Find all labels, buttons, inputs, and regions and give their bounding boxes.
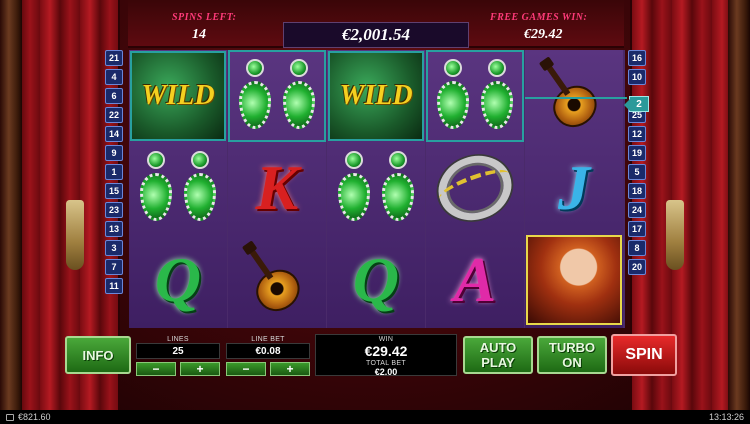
lines-plus-button[interactable]: + (180, 362, 220, 376)
control-panel: INFO LINES 25 − + LINE BET €0.08 − + WIN… (60, 330, 690, 410)
line-number[interactable]: 12 (628, 126, 646, 142)
line-bet-plus-button[interactable]: + (270, 362, 310, 376)
symbol-wild: WILD (130, 51, 226, 141)
win-label: WIN (378, 336, 394, 343)
line-number[interactable]: 22 (105, 107, 123, 123)
earrings-icon (237, 59, 317, 133)
guitar-icon (228, 234, 325, 326)
lines-control: LINES 25 − + (136, 336, 220, 376)
win-display: WIN €29.42 TOTAL BET €2.00 (315, 334, 457, 377)
symbol-q: Q (154, 244, 202, 315)
free-games-win-label: FREE GAMES WIN: (490, 12, 588, 23)
lines-minus-button[interactable]: − (136, 362, 176, 376)
symbol-earrings (426, 50, 524, 142)
line-number[interactable]: 10 (628, 69, 646, 85)
line-number[interactable]: 19 (628, 145, 646, 161)
game-stage: SPINS LEFT: 14 €2,001.54 FREE GAMES WIN:… (0, 0, 750, 410)
reel-2: K (228, 50, 326, 328)
symbol-wild: WILD (328, 51, 424, 141)
winning-payline (525, 97, 627, 99)
line-numbers-right: 16 10 25 12 19 5 18 24 17 8 20 (628, 50, 646, 275)
reel-grid: WILD Q K WILD Q A J (129, 50, 625, 328)
lines-value: 25 (136, 343, 220, 359)
total-bet-value: €2.00 (374, 367, 398, 377)
line-number[interactable]: 8 (628, 240, 646, 256)
symbol-j: J (558, 152, 590, 223)
symbol-guitar (525, 50, 623, 142)
free-games-win-value: €29.42 (524, 27, 563, 42)
line-number[interactable]: 23 (105, 202, 123, 218)
line-number[interactable]: 18 (628, 183, 646, 199)
left-tassel (66, 200, 84, 270)
symbol-a: A (453, 244, 497, 315)
spins-left-value: 14 (192, 27, 206, 42)
lines-label: LINES (167, 336, 189, 343)
line-number[interactable]: 15 (105, 183, 123, 199)
symbol-q: Q (352, 244, 400, 315)
earrings-icon (138, 151, 218, 225)
reel-3: WILD Q (327, 50, 425, 328)
spin-button[interactable]: SPIN (611, 334, 677, 376)
symbol-earrings (228, 50, 326, 142)
wallet-balance: €821.60 (18, 412, 51, 422)
symbol-k: K (255, 152, 299, 223)
guitar-icon (525, 50, 622, 142)
right-tassel (666, 200, 684, 270)
line-number[interactable]: 24 (628, 202, 646, 218)
reel-4: A (426, 50, 524, 328)
line-number[interactable]: 3 (105, 240, 123, 256)
reel-1: WILD Q (129, 50, 227, 328)
line-bet-value: €0.08 (226, 343, 310, 359)
wild-text: WILD (339, 80, 413, 111)
turbo-button[interactable]: TURBO ON (537, 336, 607, 374)
line-number[interactable]: 1 (105, 164, 123, 180)
auto-play-button[interactable]: AUTO PLAY (463, 336, 533, 374)
clock: 13:13:26 (708, 412, 744, 422)
line-bet-label: LINE BET (251, 336, 285, 343)
symbol-guitar (228, 234, 326, 326)
symbol-tambourine (426, 142, 524, 234)
earrings-icon (435, 59, 515, 133)
win-value: €29.42 (364, 343, 408, 359)
symbol-lady (526, 235, 622, 325)
total-bet-label: TOTAL BET (366, 360, 406, 367)
line-number[interactable]: 13 (105, 221, 123, 237)
left-pillar (0, 0, 22, 410)
line-number[interactable]: 9 (105, 145, 123, 161)
wallet-icon (6, 413, 14, 421)
right-pillar (728, 0, 750, 410)
line-number[interactable]: 7 (105, 259, 123, 275)
spins-left-label: SPINS LEFT: (172, 12, 237, 23)
line-number[interactable]: 21 (105, 50, 123, 66)
status-bar: €821.60 13:13:26 (0, 410, 750, 424)
line-number[interactable]: 4 (105, 69, 123, 85)
line-numbers-left: 21 4 6 22 14 9 1 15 23 13 3 7 11 (105, 50, 123, 294)
wild-text: WILD (141, 80, 215, 111)
reel-5: J (525, 50, 623, 328)
info-button[interactable]: INFO (65, 336, 131, 374)
line-bet-control: LINE BET €0.08 − + (226, 336, 310, 376)
line-number[interactable]: 16 (628, 50, 646, 66)
line-number[interactable]: 6 (105, 88, 123, 104)
active-line-indicator[interactable]: 2 (624, 96, 649, 112)
earrings-icon (336, 151, 416, 225)
symbol-earrings (327, 142, 425, 234)
line-number[interactable]: 14 (105, 126, 123, 142)
line-number[interactable]: 11 (105, 278, 123, 294)
balance-display: €2,001.54 (283, 22, 469, 48)
symbol-earrings (129, 142, 227, 234)
tambourine-icon (429, 145, 521, 231)
line-number[interactable]: 5 (628, 164, 646, 180)
line-number[interactable]: 20 (628, 259, 646, 275)
line-bet-minus-button[interactable]: − (226, 362, 266, 376)
line-number[interactable]: 17 (628, 221, 646, 237)
